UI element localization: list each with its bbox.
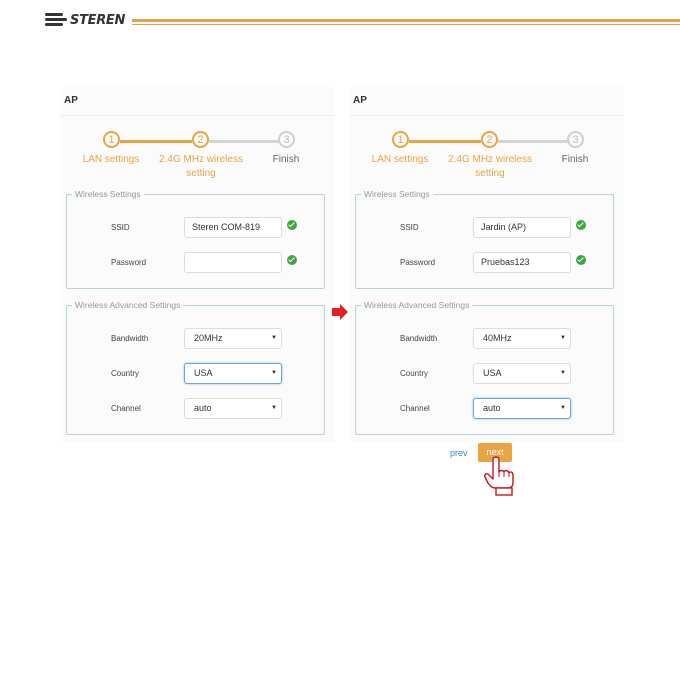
chevron-down-icon: ▼ [560, 335, 566, 341]
steren-logo-mark [45, 12, 67, 28]
step-3-label: Finish [561, 154, 589, 165]
channel-select[interactable]: auto ▼ [184, 398, 282, 419]
check-circle-icon [287, 220, 297, 230]
channel-label: Channel [111, 404, 141, 413]
step-connector-1 [120, 140, 192, 143]
channel-select[interactable]: auto ▼ [473, 398, 571, 419]
channel-label: Channel [400, 404, 430, 413]
step-connector-2 [498, 140, 568, 143]
panel-divider [60, 115, 335, 116]
step-3-circle: 3 [567, 131, 584, 148]
bandwidth-label: Bandwidth [400, 334, 438, 343]
panel-title: AP [353, 95, 367, 106]
wireless-settings-legend: Wireless Settings [72, 189, 144, 199]
step-connector-1 [409, 140, 481, 143]
ssid-label: SSID [400, 223, 419, 232]
step-2-circle: 2 [192, 131, 209, 148]
wireless-settings-group: Wireless Settings SSID Steren COM-819 Pa… [66, 189, 325, 289]
step-1-label: LAN settings [82, 154, 140, 165]
wizard-stepper: 1 2 3 LAN settings 2.4G MHz wireless set… [349, 131, 624, 181]
bandwidth-select[interactable]: 40MHz ▼ [473, 328, 571, 349]
chevron-down-icon: ▼ [271, 405, 277, 411]
bandwidth-select[interactable]: 20MHz ▼ [184, 328, 282, 349]
panel-title: AP [64, 95, 78, 106]
country-select[interactable]: USA ▼ [473, 363, 571, 384]
wireless-advanced-settings-group: Wireless Advanced Settings Bandwidth 40M… [355, 300, 614, 435]
wireless-settings-group: Wireless Settings SSID Jardin (AP) Passw… [355, 189, 614, 289]
wizard-stepper: 1 2 3 LAN settings 2.4G MHz wireless set… [60, 131, 335, 181]
step-2-label: 2.4G MHz wireless setting [159, 154, 243, 179]
red-arrow-right-icon [332, 304, 348, 320]
country-value: USA [483, 368, 502, 378]
advanced-settings-legend: Wireless Advanced Settings [72, 300, 184, 310]
prev-button[interactable]: prev [450, 448, 468, 458]
step-1-circle: 1 [103, 131, 120, 148]
password-label: Password [111, 258, 147, 267]
country-select[interactable]: USA ▼ [184, 363, 282, 384]
bandwidth-value: 20MHz [194, 333, 223, 343]
bandwidth-label: Bandwidth [111, 334, 149, 343]
header-rule-thin [132, 24, 680, 25]
header-rule [132, 19, 680, 22]
bandwidth-value: 40MHz [483, 333, 512, 343]
ssid-input[interactable]: Steren COM-819 [184, 217, 282, 238]
password-input[interactable]: Pruebas123 [473, 252, 571, 273]
step-1-circle: 1 [392, 131, 409, 148]
brand-name: STEREN [70, 12, 126, 28]
chevron-down-icon: ▼ [271, 335, 277, 341]
step-3-label: Finish [272, 154, 300, 165]
channel-value: auto [483, 403, 501, 413]
step-connector-2 [209, 140, 279, 143]
chevron-down-icon: ▼ [560, 370, 566, 376]
step-1-label: LAN settings [371, 154, 429, 165]
country-value: USA [194, 368, 213, 378]
steren-logo: STEREN [45, 12, 125, 28]
wireless-settings-legend: Wireless Settings [361, 189, 433, 199]
ap-panel-left: AP 1 2 3 LAN settings 2.4G MHz wireless … [60, 87, 335, 442]
check-circle-icon [576, 255, 586, 265]
country-label: Country [400, 369, 429, 378]
password-input[interactable] [184, 252, 282, 273]
wireless-advanced-settings-group: Wireless Advanced Settings Bandwidth 20M… [66, 300, 325, 435]
step-2-circle: 2 [481, 131, 498, 148]
ssid-label: SSID [111, 223, 130, 232]
ssid-input[interactable]: Jardin (AP) [473, 217, 571, 238]
panel-divider [349, 115, 624, 116]
advanced-settings-legend: Wireless Advanced Settings [361, 300, 473, 310]
ap-panel-right: AP 1 2 3 LAN settings 2.4G MHz wireless … [349, 87, 624, 442]
pointing-hand-icon [484, 456, 514, 496]
check-circle-icon [287, 255, 297, 265]
chevron-down-icon: ▼ [271, 370, 277, 376]
country-label: Country [111, 369, 140, 378]
password-label: Password [400, 258, 436, 267]
check-circle-icon [576, 220, 586, 230]
chevron-down-icon: ▼ [560, 405, 566, 411]
channel-value: auto [194, 403, 212, 413]
step-2-label: 2.4G MHz wireless setting [448, 154, 532, 179]
step-3-circle: 3 [278, 131, 295, 148]
